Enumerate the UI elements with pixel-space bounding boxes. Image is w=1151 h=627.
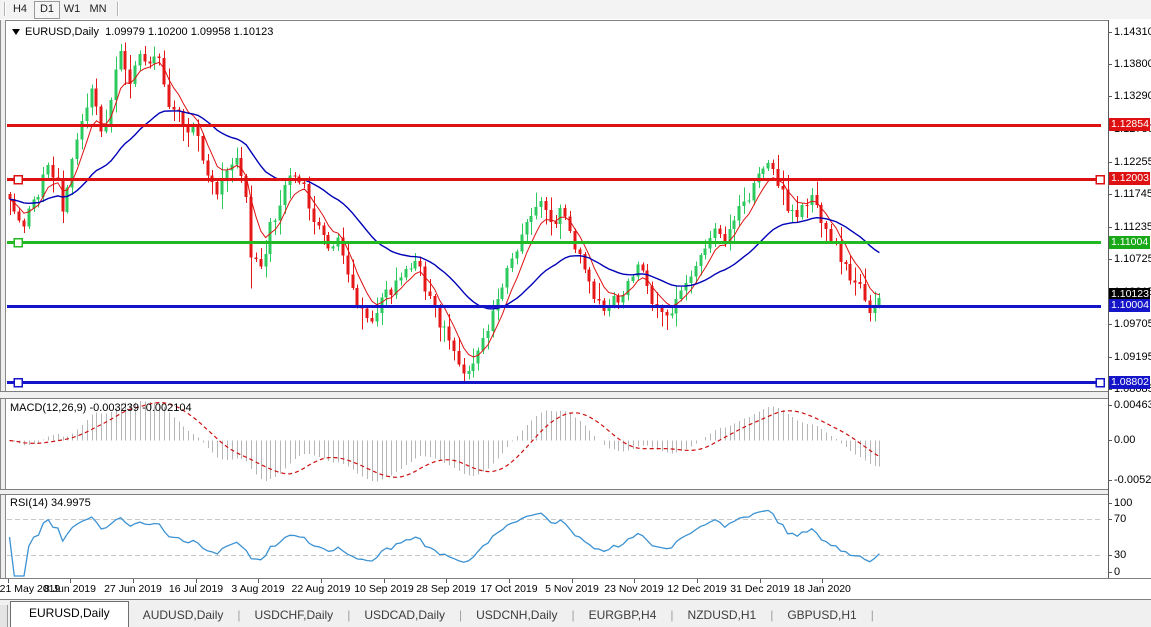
rsi-axis-label: 30 <box>1114 549 1127 561</box>
panel-splitter[interactable] <box>0 391 1151 399</box>
ma-fast-line <box>9 61 880 358</box>
price-level-badge: 1.11004 <box>1109 236 1150 249</box>
rsi-indicator-label: RSI(14) 34.9975 <box>10 497 91 509</box>
rsi-axis-label: 100 <box>1114 497 1133 509</box>
chart-tab-gbpusd-h1[interactable]: GBPUSD,H1 <box>773 604 870 627</box>
macd-axis-label: -0.005299 <box>1114 474 1151 486</box>
rsi-axis-tick <box>1108 572 1112 573</box>
time-axis-label: 22 Aug 2019 <box>291 583 351 595</box>
price-axis-tick <box>1108 32 1112 33</box>
price-chart-canvas[interactable] <box>0 20 1151 391</box>
chart-ohlc-values: 1.09979 1.10200 1.09958 1.10123 <box>105 26 274 38</box>
time-axis-label: 31 Dec 2019 <box>730 583 790 595</box>
chart-symbol-label: EURUSD,Daily <box>25 26 99 38</box>
rsi-axis-tick <box>1108 519 1112 520</box>
macd-axis-label: 0.00 <box>1114 434 1136 446</box>
price-level-badge: 1.10004 <box>1109 299 1150 312</box>
tab-bar-lead-strip <box>0 605 8 627</box>
macd-indicator-label: MACD(12,26,9) -0.003239 -0.002104 <box>10 402 192 414</box>
chart-title[interactable]: EURUSD,Daily 1.09979 1.10200 1.09958 1.1… <box>12 26 273 38</box>
timeframe-button-mn[interactable]: MN <box>86 1 110 17</box>
hline-handle[interactable] <box>1095 377 1105 388</box>
hline-handle[interactable] <box>13 174 23 185</box>
chart-tab-bar: EURUSD,Daily AUDUSD,Daily | USDCHF,Daily | US… <box>0 599 1151 627</box>
price-axis-label: 1.11235 <box>1114 221 1151 233</box>
price-axis-label: 1.11745 <box>1114 188 1151 200</box>
chart-tab-eurgbp-h4[interactable]: EURGBP,H4 <box>575 604 671 627</box>
price-axis-label: 1.12255 <box>1114 156 1151 168</box>
macd-axis-label: 0.00463 <box>1114 399 1151 411</box>
time-axis-label: 12 Dec 2019 <box>667 583 727 595</box>
rsi-axis-label: 0 <box>1114 566 1121 578</box>
macd-axis-tick <box>1108 480 1112 481</box>
ma-slow-line <box>9 110 880 310</box>
price-axis-tick <box>1108 324 1112 325</box>
price-level-badge: 1.12854 <box>1109 118 1150 131</box>
price-axis-label: 1.14310 <box>1114 26 1151 38</box>
macd-axis-tick <box>1108 440 1112 441</box>
timeframe-button-h4[interactable]: H4 <box>8 1 32 17</box>
price-axis-label: 1.10725 <box>1114 253 1151 265</box>
chart-tab-usdcnh-daily[interactable]: USDCNH,Daily <box>462 604 571 627</box>
time-axis-label: 10 Sep 2019 <box>354 583 414 595</box>
chart-tab-usdchf-daily[interactable]: USDCHF,Daily <box>241 604 348 627</box>
price-axis-tick <box>1108 227 1112 228</box>
price-axis-label: 1.13290 <box>1114 90 1151 102</box>
price-level-badge: 1.12003 <box>1109 172 1150 185</box>
hline-handle[interactable] <box>13 237 23 248</box>
rsi-line <box>8 509 880 577</box>
price-axis-tick <box>1108 259 1112 260</box>
price-axis-tick <box>1108 162 1112 163</box>
toolbar-grip[interactable] <box>4 2 6 16</box>
time-axis-label: 3 Aug 2019 <box>231 583 285 595</box>
time-axis-label: 18 Jan 2020 <box>793 583 851 595</box>
tab-separator: | <box>870 608 874 622</box>
macd-axis-tick <box>1108 405 1112 406</box>
price-axis-tick <box>1108 389 1112 390</box>
hline-handle[interactable] <box>1095 174 1105 185</box>
time-axis-label: 28 Sep 2019 <box>416 583 476 595</box>
time-axis[interactable]: 21 May 2019 8 Jun 2019 27 Jun 2019 16 Jul 2… <box>0 579 1151 599</box>
timeframe-button-w1[interactable]: W1 <box>60 1 84 17</box>
timeframe-toolbar: H4 D1 W1 MN <box>0 0 1151 19</box>
toolbar-separator <box>117 2 119 16</box>
price-axis-tick <box>1108 194 1112 195</box>
time-axis-label: 17 Oct 2019 <box>480 583 538 595</box>
time-axis-label: 8 Jun 2019 <box>44 583 96 595</box>
price-axis-tick <box>1108 64 1112 65</box>
timeframe-button-d1[interactable]: D1 <box>34 1 60 19</box>
trading-app-window: H4 D1 W1 MN EURUSD,Daily 1.09979 1.10200 1.… <box>0 0 1151 627</box>
rsi-panel-canvas[interactable] <box>0 495 1151 578</box>
rsi-axis-tick <box>1108 503 1112 504</box>
time-axis-label: 16 Jul 2019 <box>168 583 224 595</box>
time-axis-label: 5 Nov 2019 <box>545 583 599 595</box>
hline-handle[interactable] <box>13 377 23 388</box>
price-axis-label: 1.13800 <box>1114 58 1151 70</box>
price-level-badge: 1.08802 <box>1109 376 1150 389</box>
rsi-axis-tick <box>1108 555 1112 556</box>
chart-tab-eurusd-daily[interactable]: EURUSD,Daily <box>10 601 129 627</box>
chevron-down-icon <box>12 29 20 35</box>
chart-tab-audusd-daily[interactable]: AUDUSD,Daily <box>129 604 238 627</box>
price-axis-tick <box>1108 96 1112 97</box>
price-axis-label: 1.09195 <box>1114 351 1151 363</box>
price-axis-tick <box>1108 357 1112 358</box>
time-axis-label: 23 Nov 2019 <box>604 583 664 595</box>
chart-tab-nzdusd-h1[interactable]: NZDUSD,H1 <box>674 604 771 627</box>
rsi-axis-label: 70 <box>1114 513 1127 525</box>
chart-tab-usdcad-daily[interactable]: USDCAD,Daily <box>350 604 459 627</box>
price-axis-label: 1.09705 <box>1114 318 1151 330</box>
time-axis-label: 27 Jun 2019 <box>104 583 162 595</box>
